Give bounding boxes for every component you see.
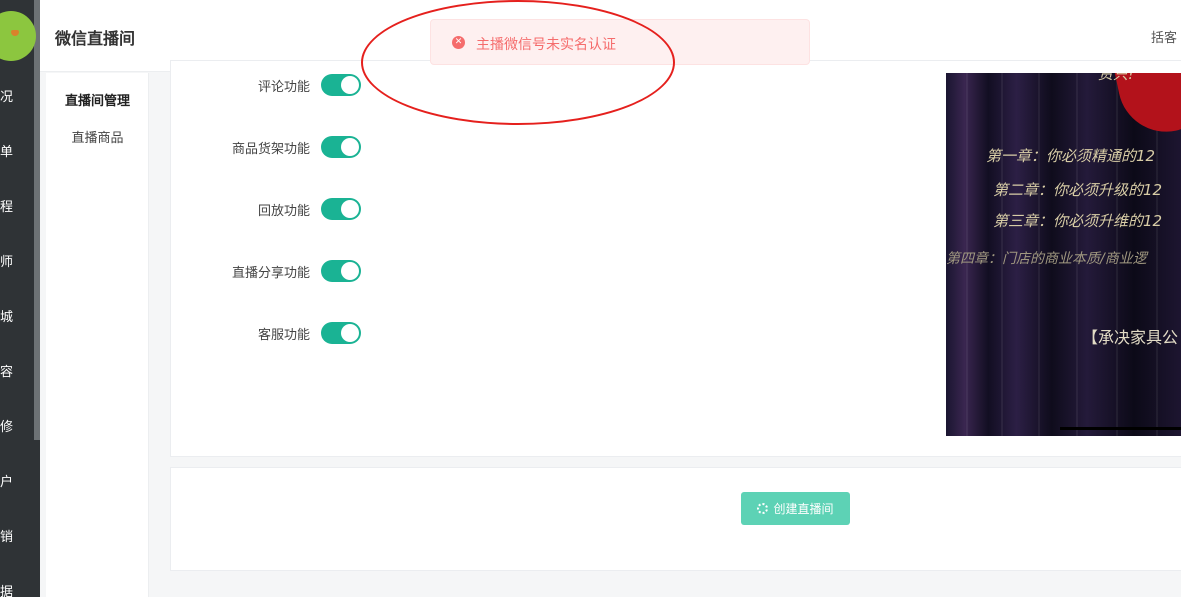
sidebar-item-8[interactable]: 户 (0, 473, 30, 493)
toggle-knob (341, 200, 359, 218)
replay-feature-toggle[interactable] (321, 198, 361, 220)
sidebar-item-1[interactable]: 况 (0, 88, 30, 108)
poster-line: 第四章：门店的商业本质/商业逻 (946, 251, 1147, 267)
main-sidebar: 况 单 程 师 城 容 修 户 销 据 (0, 0, 40, 597)
toggle-knob (341, 324, 359, 342)
poster-line: 第三章：你必须升维的12 (993, 212, 1163, 230)
share-feature-toggle[interactable] (321, 260, 361, 282)
create-live-room-label: 创建直播间 (773, 502, 834, 516)
page-title: 微信直播间 (55, 29, 136, 48)
toast-message: 主播微信号未实名认证 (476, 37, 616, 53)
customer-service-label: 客服功能 (257, 328, 310, 343)
error-toast: ✕ 主播微信号未实名认证 (430, 19, 810, 65)
sidebar-item-3[interactable]: 程 (0, 198, 30, 218)
sidebar-item-9[interactable]: 销 (0, 528, 30, 548)
customer-service-toggle[interactable] (321, 322, 361, 344)
action-card (170, 467, 1181, 571)
sidebar-item-2[interactable]: 单 (0, 143, 30, 163)
shelf-feature-label: 商品货架功能 (231, 142, 310, 157)
loading-spinner-icon (757, 503, 769, 514)
subnav-item-live-products[interactable]: 直播商品 (46, 127, 149, 146)
replay-feature-label: 回放功能 (257, 204, 310, 219)
subnav-item-live-room-management[interactable]: 直播间管理 (46, 90, 149, 109)
poster-line: 第二章：你必须升级的12 (993, 181, 1163, 199)
toggle-knob (341, 262, 359, 280)
comment-feature-label: 评论功能 (257, 80, 310, 95)
toggle-knob (341, 138, 359, 156)
poster-line: 【承决家具公 (1082, 328, 1179, 347)
sidebar-item-6[interactable]: 容 (0, 363, 30, 383)
create-live-room-button[interactable]: 创建直播间 (741, 492, 850, 525)
close-circle-icon: ✕ (452, 36, 465, 49)
poster-top-text: 资只! (1098, 73, 1135, 83)
shelf-feature-toggle[interactable] (321, 136, 361, 158)
sidebar-item-10[interactable]: 据 (0, 583, 30, 597)
sidebar-item-7[interactable]: 修 (0, 418, 30, 438)
sidebar-item-4[interactable]: 师 (0, 253, 30, 273)
sidebar-item-5[interactable]: 城 (0, 308, 30, 328)
sub-navigation: 直播间管理 直播商品 (46, 73, 149, 597)
toggle-knob (341, 76, 359, 94)
cover-image-preview: 资只! 第一章：你必须精通的12 第二章：你必须升级的12 第三章：你必须升维的… (946, 73, 1181, 436)
brand-logo (0, 11, 36, 61)
share-feature-label: 直播分享功能 (231, 266, 310, 281)
user-menu[interactable]: 括客 (1151, 27, 1181, 46)
poster-bottom-bar (1060, 427, 1181, 430)
poster-line: 第一章：你必须精通的12 (986, 147, 1156, 165)
comment-feature-toggle[interactable] (321, 74, 361, 96)
